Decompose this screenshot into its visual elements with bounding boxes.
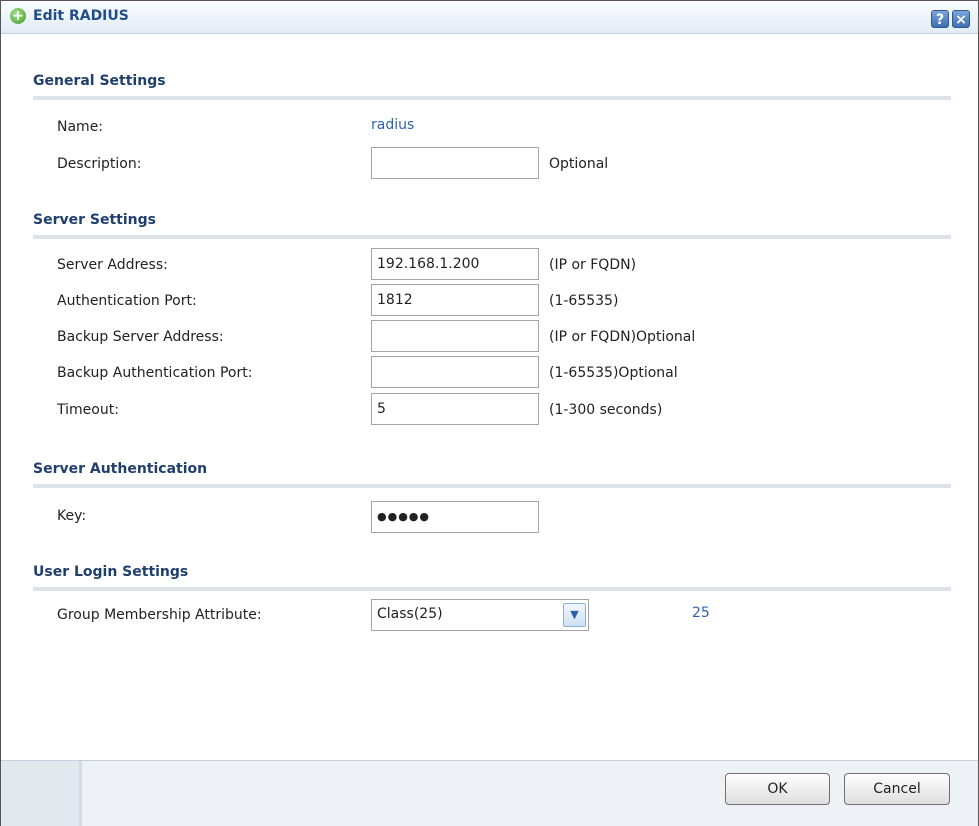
edit-plus-icon: + [10, 8, 26, 24]
timeout-input[interactable] [371, 393, 539, 425]
section-divider [33, 587, 951, 591]
description-hint: Optional [549, 156, 609, 172]
auth-port-input[interactable] [371, 284, 539, 316]
description-input[interactable] [371, 147, 539, 179]
section-divider [33, 96, 951, 100]
key-password-input[interactable]: ●●●●● [371, 501, 539, 533]
timeout-label: Timeout: [57, 402, 119, 418]
key-label: Key: [57, 508, 87, 524]
server-address-input[interactable] [371, 248, 539, 280]
backup-port-hint: (1-65535)Optional [549, 365, 678, 381]
server-auth-heading: Server Authentication [33, 461, 951, 488]
edit-radius-dialog: + Edit RADIUS ? × General Settings Name:… [0, 0, 979, 826]
backup-address-hint: (IP or FQDN)Optional [549, 329, 696, 345]
dialog-title: Edit RADIUS [33, 8, 129, 24]
section-divider [33, 484, 951, 488]
ok-button[interactable]: OK [725, 773, 830, 805]
title-bar[interactable]: + Edit RADIUS ? × [1, 1, 978, 34]
auth-port-hint: (1-65535) [549, 293, 619, 309]
backup-port-input[interactable] [371, 356, 539, 388]
name-value: radius [371, 117, 415, 133]
backup-port-label: Backup Authentication Port: [57, 365, 253, 381]
description-label: Description: [57, 156, 142, 172]
section-divider [33, 235, 951, 239]
group-attribute-code: 25 [692, 605, 710, 621]
backup-address-label: Backup Server Address: [57, 329, 224, 345]
group-membership-select[interactable]: Class(25) ▼ [371, 599, 589, 631]
server-address-hint: (IP or FQDN) [549, 257, 637, 273]
server-address-label: Server Address: [57, 257, 168, 273]
user-login-heading: User Login Settings [33, 564, 951, 591]
backup-address-input[interactable] [371, 320, 539, 352]
timeout-hint: (1-300 seconds) [549, 402, 663, 418]
group-membership-label: Group Membership Attribute: [57, 607, 262, 623]
auth-port-label: Authentication Port: [57, 293, 197, 309]
server-settings-heading: Server Settings [33, 212, 951, 239]
group-membership-value: Class(25) [377, 606, 443, 622]
name-label: Name: [57, 119, 104, 135]
help-button[interactable]: ? [931, 10, 949, 28]
chevron-down-icon[interactable]: ▼ [563, 603, 586, 627]
close-button[interactable]: × [952, 10, 970, 28]
general-settings-heading: General Settings [33, 73, 951, 100]
dialog-footer [1, 760, 978, 826]
footer-side-panel [1, 761, 82, 826]
cancel-button[interactable]: Cancel [844, 773, 950, 805]
